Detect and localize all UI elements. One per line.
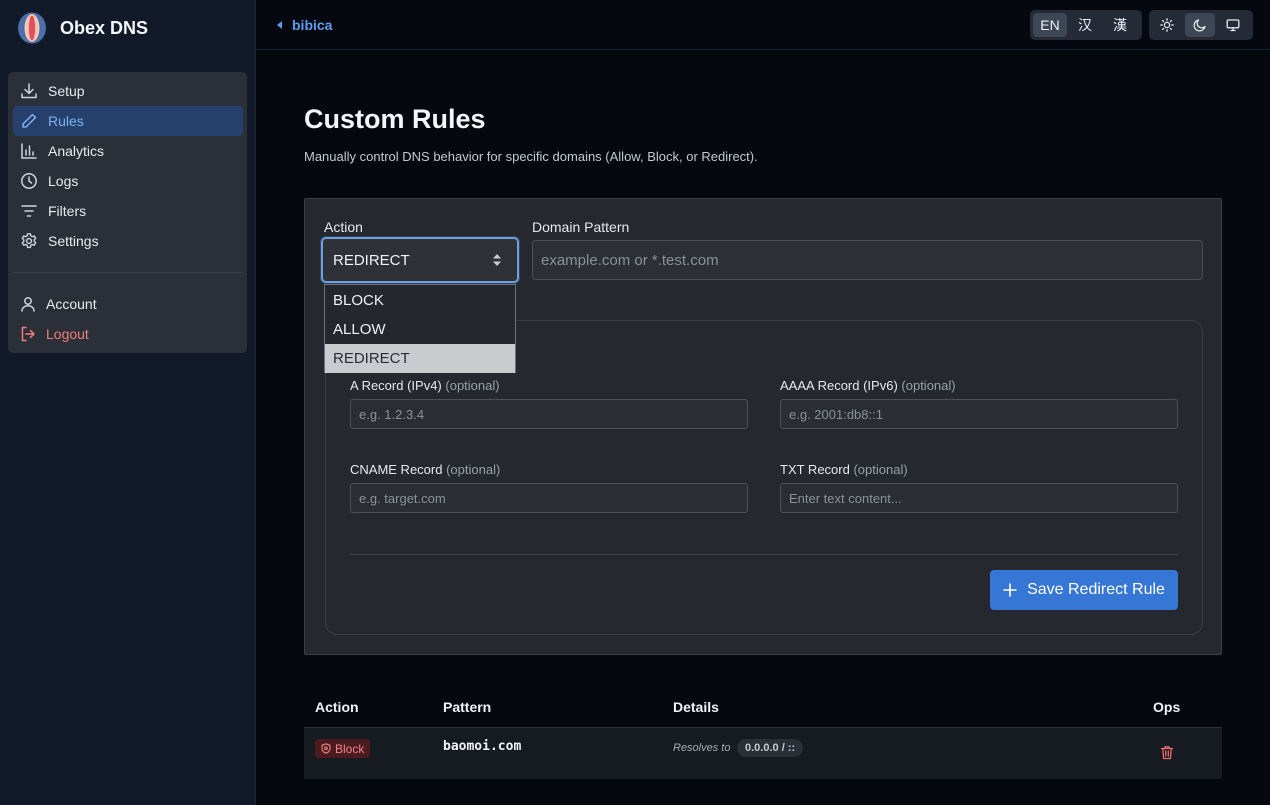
domain-pattern-label: Domain Pattern	[532, 219, 630, 235]
optional-hint: (optional)	[446, 462, 501, 477]
sidebar-item-logout[interactable]: Logout	[13, 319, 243, 349]
sort-arrows-icon	[493, 254, 501, 266]
table-row: Block baomoi.com Resolves to 0.0.0.0 / :…	[304, 728, 1222, 779]
sidebar-item-label: Settings	[48, 233, 99, 249]
sidebar: Obex DNS Setup Rules Analytics Logs Filt…	[0, 0, 256, 805]
moon-icon	[1193, 19, 1206, 32]
sidebar-item-label: Account	[46, 296, 97, 312]
language-switcher: EN 汉 漢	[1030, 10, 1142, 40]
lang-en[interactable]: EN	[1033, 13, 1067, 37]
status-badge: Block	[315, 739, 371, 758]
action-dropdown-list: BLOCK ALLOW REDIRECT	[324, 284, 516, 373]
download-icon	[19, 81, 39, 101]
table-header-ops: Ops	[1153, 699, 1181, 715]
domain-pattern-input[interactable]	[532, 240, 1203, 280]
back-label: bibica	[292, 17, 333, 33]
cname-record-label-text: CNAME Record	[350, 462, 443, 477]
shield-icon	[321, 743, 331, 754]
cname-record-input[interactable]	[350, 483, 748, 513]
form-divider	[350, 554, 1178, 555]
txt-record-input[interactable]	[780, 483, 1178, 513]
theme-system-button[interactable]	[1217, 13, 1248, 37]
action-option-block[interactable]: BLOCK	[325, 286, 515, 315]
sidebar-item-label: Rules	[48, 113, 84, 129]
sidebar-divider	[13, 272, 242, 273]
sidebar-item-filters[interactable]: Filters	[13, 196, 243, 226]
sidebar-item-setup[interactable]: Setup	[13, 76, 243, 106]
table-header-details: Details	[673, 699, 719, 715]
trash-icon[interactable]	[1160, 745, 1174, 760]
lang-zh-traditional[interactable]: 漢	[1103, 13, 1137, 37]
rule-form-card: Action Domain Pattern REDIRECT A Record …	[304, 198, 1222, 655]
filter-icon	[19, 201, 39, 221]
cname-record-label: CNAME Record (optional)	[350, 462, 500, 477]
resolves-label: Resolves to	[673, 742, 731, 754]
sidebar-item-label: Logs	[48, 173, 79, 189]
back-link[interactable]: bibica	[277, 17, 332, 33]
page-title: Custom Rules	[304, 104, 486, 134]
brand-name: Obex DNS	[60, 17, 149, 38]
theme-switcher	[1149, 10, 1253, 40]
optional-hint: (optional)	[445, 378, 500, 393]
optional-hint: (optional)	[853, 462, 908, 477]
action-select-value: REDIRECT	[333, 251, 410, 269]
sidebar-item-label: Filters	[48, 203, 87, 219]
brand[interactable]: Obex DNS	[17, 12, 148, 44]
sidebar-item-logs[interactable]: Logs	[13, 166, 243, 196]
topbar: bibica EN 汉 漢	[256, 0, 1270, 50]
theme-light-button[interactable]	[1152, 13, 1183, 37]
sidebar-item-label: Setup	[48, 83, 85, 99]
clock-icon	[19, 171, 39, 191]
sun-icon	[1160, 18, 1175, 32]
gear-icon	[19, 231, 39, 251]
table-header-pattern: Pattern	[443, 699, 492, 715]
action-label: Action	[324, 219, 363, 235]
a-record-label: A Record (IPv4) (optional)	[350, 378, 500, 393]
logout-icon	[18, 324, 38, 344]
obex-logo-icon	[18, 12, 46, 44]
sidebar-item-settings[interactable]: Settings	[13, 226, 243, 256]
table-header-action: Action	[315, 699, 359, 715]
status-badge-label: Block	[335, 741, 365, 756]
action-option-allow[interactable]: ALLOW	[325, 315, 515, 344]
pencil-icon	[19, 111, 39, 131]
save-redirect-rule-button[interactable]: Save Redirect Rule	[990, 570, 1178, 610]
sidebar-nav: Setup Rules Analytics Logs Filters Setti…	[8, 72, 247, 353]
caret-left-icon	[277, 21, 282, 29]
page-subtitle: Manually control DNS behavior for specif…	[304, 149, 758, 164]
sidebar-item-analytics[interactable]: Analytics	[13, 136, 243, 166]
monitor-icon	[1226, 19, 1240, 32]
resolves-value: 0.0.0.0 / ::	[737, 739, 804, 757]
sidebar-item-account[interactable]: Account	[13, 289, 243, 319]
sidebar-item-label: Analytics	[48, 143, 105, 159]
bar-chart-icon	[19, 141, 39, 161]
sidebar-item-label: Logout	[46, 326, 89, 342]
a-record-label-text: A Record (IPv4)	[350, 378, 442, 393]
lang-zh-simplified[interactable]: 汉	[1068, 13, 1102, 37]
rule-pattern: baomoi.com	[443, 739, 522, 754]
aaaa-record-label-text: AAAA Record (IPv6)	[780, 378, 898, 393]
sidebar-item-rules[interactable]: Rules	[13, 106, 243, 136]
aaaa-record-label: AAAA Record (IPv6) (optional)	[780, 378, 956, 393]
a-record-input[interactable]	[350, 399, 748, 429]
aaaa-record-input[interactable]	[780, 399, 1178, 429]
theme-dark-button[interactable]	[1184, 13, 1216, 37]
save-button-label: Save Redirect Rule	[1027, 581, 1165, 598]
action-option-redirect[interactable]: REDIRECT	[325, 344, 515, 373]
txt-record-label-text: TXT Record	[780, 462, 850, 477]
user-icon	[18, 294, 38, 314]
action-select[interactable]: REDIRECT	[321, 237, 519, 283]
plus-icon	[1003, 583, 1017, 597]
optional-hint: (optional)	[901, 378, 956, 393]
txt-record-label: TXT Record (optional)	[780, 462, 908, 477]
